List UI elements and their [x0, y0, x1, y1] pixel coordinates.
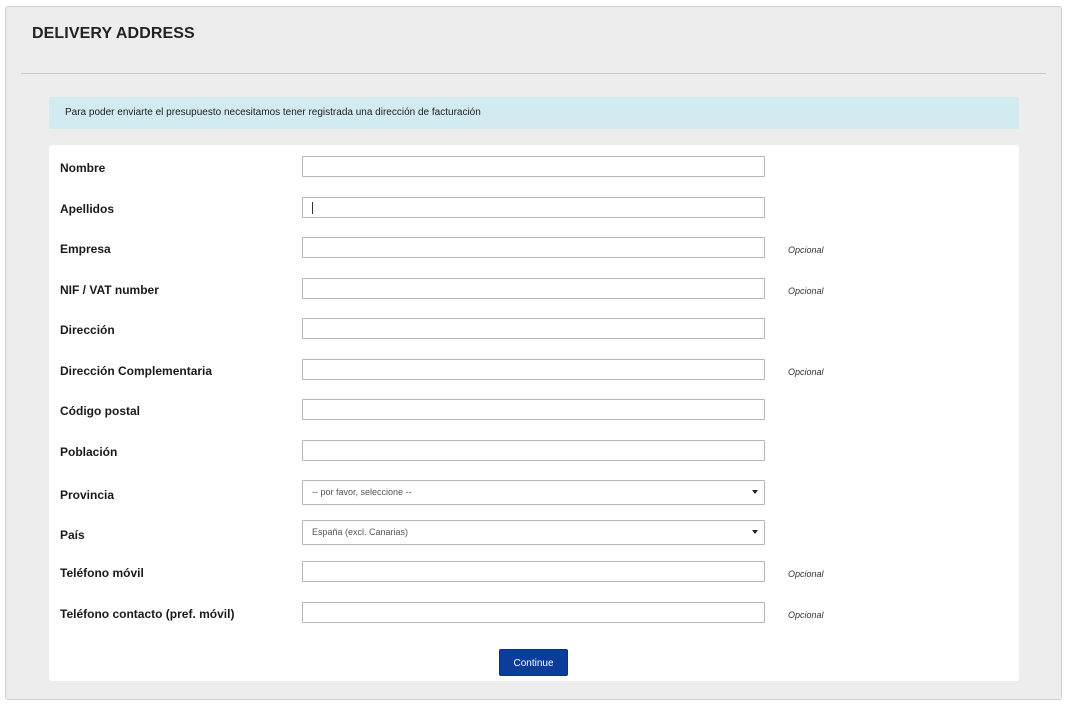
telefono-contacto-label: Teléfono contacto (pref. móvil): [60, 607, 235, 621]
form-row-nif: NIF / VAT number Opcional: [49, 278, 1019, 300]
nif-optional-hint: Opcional: [788, 286, 824, 296]
telefono-movil-optional-hint: Opcional: [788, 569, 824, 579]
telefono-contacto-input[interactable]: [302, 602, 765, 623]
form-row-codigo-postal: Código postal: [49, 399, 1019, 421]
chevron-down-icon: [752, 490, 758, 494]
nif-label: NIF / VAT number: [60, 283, 159, 297]
empresa-label: Empresa: [60, 242, 111, 256]
nombre-label: Nombre: [60, 161, 106, 175]
codigo-postal-input[interactable]: [302, 399, 765, 420]
form-row-telefono-contacto: Teléfono contacto (pref. móvil) Opcional: [49, 602, 1019, 624]
provincia-select[interactable]: -- por favor, seleccione --: [302, 480, 765, 505]
direccion-label: Dirección: [60, 323, 115, 337]
nif-input[interactable]: [302, 278, 765, 299]
provincia-label: Provincia: [60, 488, 115, 502]
continue-button[interactable]: Continue: [499, 649, 568, 676]
direccion-complementaria-optional-hint: Opcional: [788, 367, 824, 377]
info-alert: Para poder enviarte el presupuesto neces…: [49, 97, 1019, 129]
page-title: DELIVERY ADDRESS: [32, 25, 195, 42]
direccion-input[interactable]: [302, 318, 765, 339]
telefono-movil-label: Teléfono móvil: [60, 566, 144, 580]
delivery-address-panel: DELIVERY ADDRESS Para poder enviarte el …: [5, 6, 1062, 700]
poblacion-label: Población: [60, 445, 118, 459]
form-row-nombre: Nombre: [49, 156, 1019, 178]
poblacion-input[interactable]: [302, 440, 765, 461]
pais-selected-value: España (excl. Canarias): [312, 527, 409, 537]
direccion-complementaria-input[interactable]: [302, 359, 765, 380]
telefono-contacto-optional-hint: Opcional: [788, 610, 824, 620]
header-divider: [21, 73, 1046, 74]
form-row-direccion-complementaria: Dirección Complementaria Opcional: [49, 359, 1019, 381]
direccion-complementaria-label: Dirección Complementaria: [60, 364, 213, 378]
address-form: Nombre Apellidos Empresa Opcional NIF / …: [49, 145, 1019, 681]
pais-select[interactable]: España (excl. Canarias): [302, 520, 765, 545]
form-row-empresa: Empresa Opcional: [49, 237, 1019, 259]
telefono-movil-input[interactable]: [302, 561, 765, 582]
form-row-provincia: Provincia -- por favor, seleccione --: [49, 480, 1019, 505]
provincia-selected-value: -- por favor, seleccione --: [312, 487, 412, 497]
form-row-direccion: Dirección: [49, 318, 1019, 340]
empresa-input[interactable]: [302, 237, 765, 258]
codigo-postal-label: Código postal: [60, 404, 140, 418]
pais-label: País: [60, 528, 85, 542]
form-row-apellidos: Apellidos: [49, 197, 1019, 219]
form-row-pais: País España (excl. Canarias): [49, 520, 1019, 545]
empresa-optional-hint: Opcional: [788, 245, 824, 255]
chevron-down-icon: [752, 530, 758, 534]
apellidos-label: Apellidos: [60, 202, 115, 216]
apellidos-input[interactable]: [302, 197, 765, 218]
form-row-poblacion: Población: [49, 440, 1019, 462]
nombre-input[interactable]: [302, 156, 765, 177]
form-row-telefono-movil: Teléfono móvil Opcional: [49, 561, 1019, 583]
